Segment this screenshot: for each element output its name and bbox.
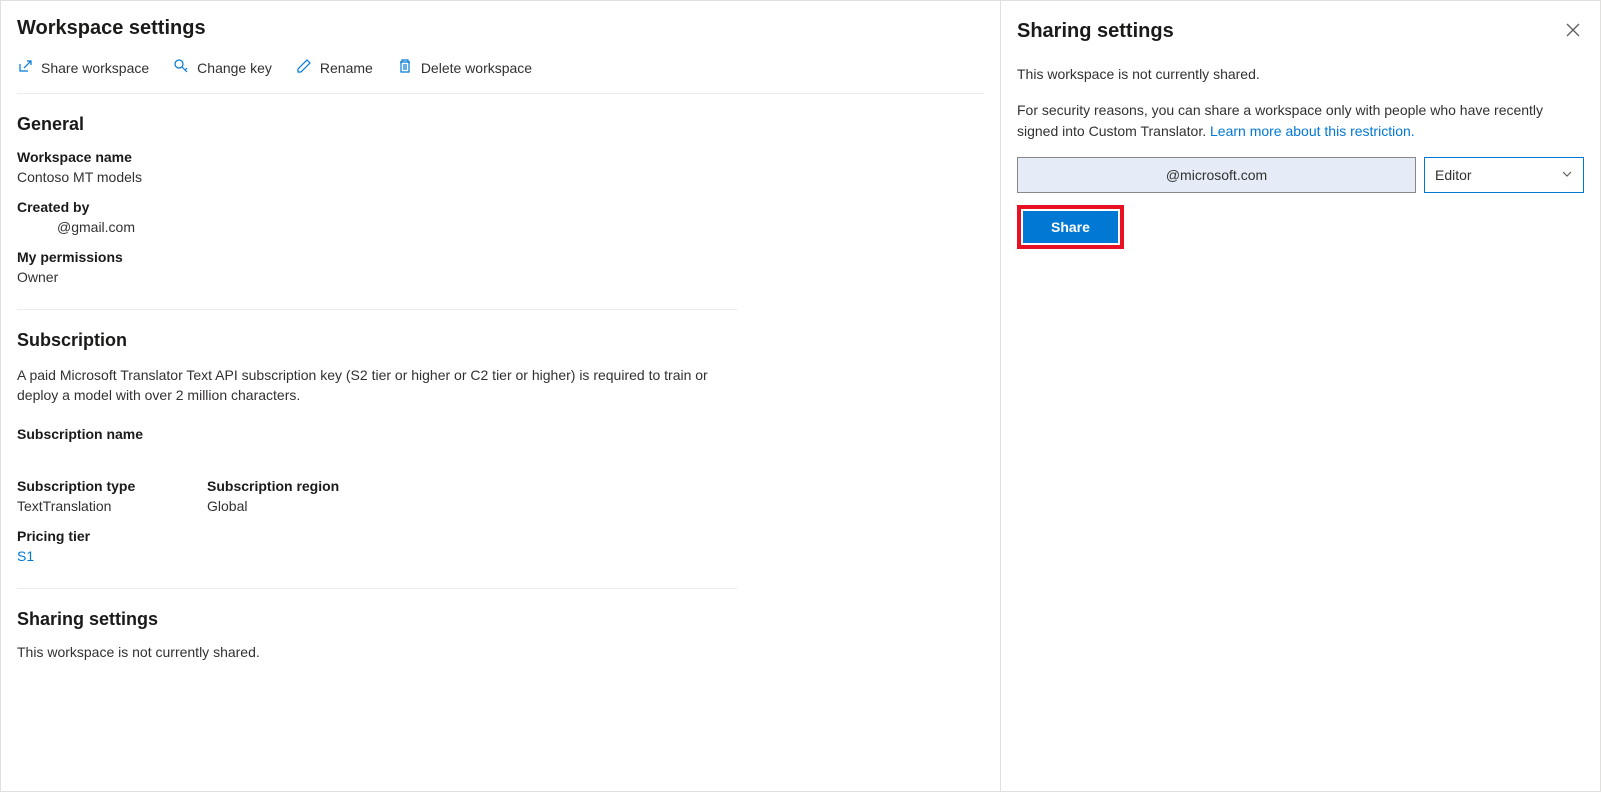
change-key-button[interactable]: Change key bbox=[173, 58, 272, 77]
sharing-title: Sharing settings bbox=[17, 609, 984, 630]
share-icon bbox=[17, 58, 33, 77]
role-select[interactable]: Editor bbox=[1424, 157, 1584, 193]
delete-workspace-label: Delete workspace bbox=[421, 60, 532, 76]
learn-more-link[interactable]: Learn more about this restriction. bbox=[1210, 123, 1415, 139]
share-form-row: Editor bbox=[1017, 157, 1584, 193]
share-workspace-label: Share workspace bbox=[41, 60, 149, 76]
sharing-status: This workspace is not currently shared. bbox=[17, 644, 984, 660]
general-section: General Workspace name Contoso MT models… bbox=[17, 114, 984, 285]
close-icon bbox=[1566, 21, 1580, 41]
rename-button[interactable]: Rename bbox=[296, 58, 373, 77]
workspace-name-value: Contoso MT models bbox=[17, 169, 984, 185]
chevron-down-icon bbox=[1561, 167, 1573, 183]
page-title: Workspace settings bbox=[17, 17, 984, 40]
subscription-description: A paid Microsoft Translator Text API sub… bbox=[17, 365, 737, 406]
share-button[interactable]: Share bbox=[1023, 211, 1118, 243]
subscription-section: Subscription A paid Microsoft Translator… bbox=[17, 330, 984, 564]
key-icon bbox=[173, 58, 189, 77]
created-by-value: @gmail.com bbox=[17, 219, 984, 235]
share-email-input[interactable] bbox=[1017, 157, 1416, 193]
edit-icon bbox=[296, 58, 312, 77]
subscription-region-label: Subscription region bbox=[207, 478, 357, 494]
my-permissions-label: My permissions bbox=[17, 249, 984, 265]
share-button-highlight: Share bbox=[1017, 205, 1124, 249]
panel-title: Sharing settings bbox=[1017, 20, 1174, 43]
subscription-type-value: TextTranslation bbox=[17, 498, 167, 514]
role-select-value: Editor bbox=[1435, 167, 1472, 183]
panel-security-text: For security reasons, you can share a wo… bbox=[1017, 100, 1584, 141]
change-key-label: Change key bbox=[197, 60, 272, 76]
general-title: General bbox=[17, 114, 984, 135]
close-button[interactable] bbox=[1562, 17, 1584, 46]
divider bbox=[17, 588, 737, 589]
created-by-label: Created by bbox=[17, 199, 984, 215]
share-workspace-button[interactable]: Share workspace bbox=[17, 58, 149, 77]
my-permissions-value: Owner bbox=[17, 269, 984, 285]
toolbar: Share workspace Change key Rename bbox=[17, 58, 984, 94]
sharing-section: Sharing settings This workspace is not c… bbox=[17, 609, 984, 660]
divider bbox=[17, 309, 737, 310]
delete-workspace-button[interactable]: Delete workspace bbox=[397, 58, 532, 77]
trash-icon bbox=[397, 58, 413, 77]
subscription-title: Subscription bbox=[17, 330, 984, 351]
rename-label: Rename bbox=[320, 60, 373, 76]
workspace-name-label: Workspace name bbox=[17, 149, 984, 165]
subscription-type-label: Subscription type bbox=[17, 478, 167, 494]
subscription-name-label: Subscription name bbox=[17, 426, 984, 442]
workspace-settings-panel: Workspace settings Share workspace Chang… bbox=[0, 0, 1001, 792]
subscription-region-value: Global bbox=[207, 498, 357, 514]
pricing-tier-label: Pricing tier bbox=[17, 528, 984, 544]
sharing-settings-panel: Sharing settings This workspace is not c… bbox=[1001, 0, 1601, 792]
pricing-tier-value[interactable]: S1 bbox=[17, 548, 984, 564]
panel-status: This workspace is not currently shared. bbox=[1017, 64, 1584, 84]
